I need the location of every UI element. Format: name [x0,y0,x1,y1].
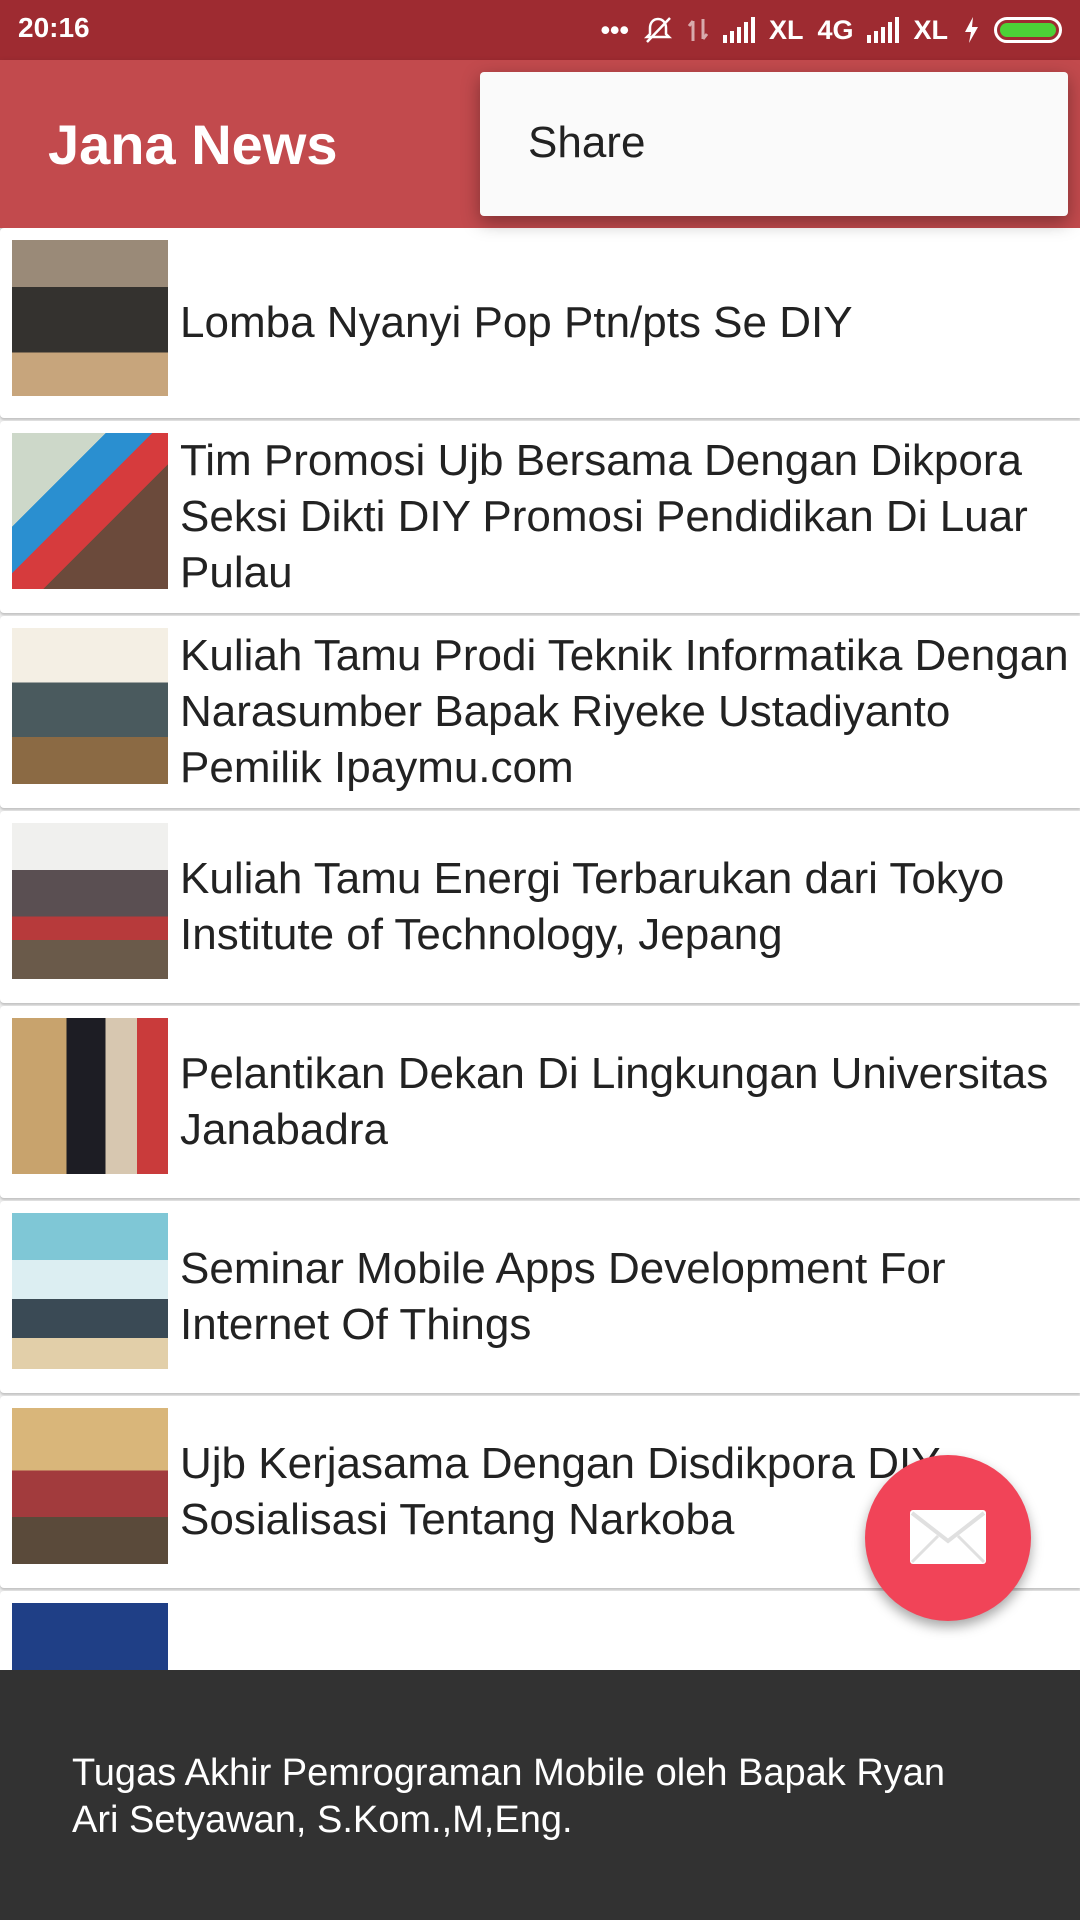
status-bar: 20:16 ••• XL 4G XL [0,0,1080,60]
data-transfer-icon [687,19,709,41]
news-thumbnail [12,240,168,396]
menu-item-share[interactable]: Share [528,118,645,168]
news-thumbnail [12,433,168,589]
news-title: Seminar Mobile Apps Development For Inte… [180,1244,946,1349]
carrier-1-label: XL [768,14,804,45]
news-list-item[interactable]: Lomba Nyanyi Pop Ptn/pts Se DIY [0,228,1080,418]
signal-strength-icon [722,17,755,43]
news-list-item[interactable]: Kuliah Tamu Energi Terbarukan dari Tokyo… [0,811,1080,1003]
snackbar: Tugas Akhir Pemrograman Mobile oleh Bapa… [0,1670,1080,1920]
app-title: Jana News [48,113,338,176]
news-list-item[interactable]: Seminar Mobile Apps Development For Inte… [0,1201,1080,1393]
news-list-item[interactable]: Pelantikan Dekan Di Lingkungan Universit… [0,1006,1080,1198]
news-title: Kuliah Tamu Energi Terbarukan dari Tokyo… [180,854,1005,959]
news-thumbnail [12,823,168,979]
carrier-2-label: XL [913,14,948,45]
news-title: Tim Promosi Ujb Bersama Dengan Dikpora S… [180,436,1028,597]
news-thumbnail [12,1213,168,1369]
muted-bell-icon [643,17,672,43]
news-title: Pelantikan Dekan Di Lingkungan Universit… [180,1049,1049,1154]
snackbar-message: Tugas Akhir Pemrograman Mobile oleh Bapa… [72,1752,946,1841]
news-thumbnail [12,1408,168,1564]
status-time: 20:16 [18,12,90,43]
charging-icon [965,17,978,43]
overflow-menu: Share [480,72,1068,216]
network-type-label: 4G [817,14,854,45]
battery-icon [994,17,1062,43]
news-thumbnail [12,628,168,784]
news-title: Lomba Nyanyi Pop Ptn/pts Se DIY [180,298,853,347]
news-list-item[interactable]: Tim Promosi Ujb Bersama Dengan Dikpora S… [0,421,1080,613]
compose-mail-button[interactable] [865,1455,1031,1621]
news-thumbnail [12,1018,168,1174]
status-icons: ••• XL 4G XL [601,10,1062,50]
mail-icon [910,1510,986,1564]
signal-strength-icon-2 [867,17,900,43]
more-notifications-icon: ••• [600,14,629,45]
news-list-item[interactable]: Kuliah Tamu Prodi Teknik Informatika Den… [0,616,1080,808]
news-title: Kuliah Tamu Prodi Teknik Informatika Den… [180,631,1069,792]
